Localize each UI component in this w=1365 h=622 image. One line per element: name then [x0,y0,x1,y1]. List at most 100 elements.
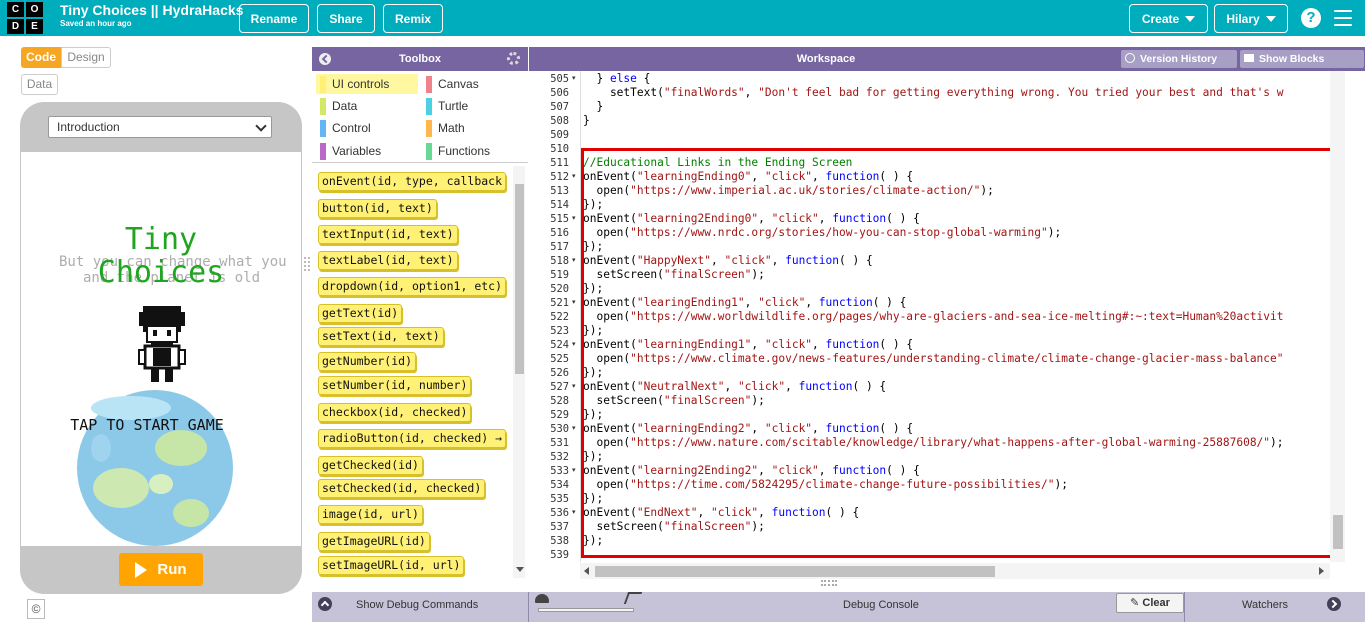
fold-toggle-icon[interactable]: ▾ [572,338,576,352]
code-block[interactable]: textInput(id, text) [318,225,458,244]
code-block[interactable]: setChecked(id, checked) [318,479,486,498]
share-button[interactable]: Share [317,4,375,33]
code-line[interactable]: setScreen("finalScreen"); [583,268,764,282]
code-block[interactable]: textLabel(id, text) [318,251,458,270]
code-mode-tab[interactable]: Code [21,47,61,68]
code-line[interactable]: onEvent("HappyNext", "click", function( … [583,254,873,268]
category-ui-controls[interactable]: UI controls [316,74,418,94]
code-block[interactable]: setNumber(id, number) [318,376,472,395]
design-mode-tab[interactable]: Design [61,47,111,68]
fold-toggle-icon[interactable]: ▾ [572,422,576,436]
copyright-icon[interactable]: © [27,599,45,619]
speed-slider[interactable] [538,608,634,612]
category-data[interactable]: Data [316,96,418,116]
code-block[interactable]: checkbox(id, checked) [318,403,472,422]
fold-toggle-icon[interactable]: ▾ [572,380,576,394]
screen-dropdown[interactable]: Introduction [48,116,272,138]
code-block[interactable]: image(id, url) [318,505,423,524]
fold-toggle-icon[interactable]: ▾ [572,212,576,226]
code-line[interactable]: open("https://www.nrdc.org/stories/how-y… [583,226,1061,240]
code-org-logo[interactable]: C O D E [7,2,45,34]
tap-to-start-label[interactable]: TAP TO START GAME [21,416,273,434]
code-line[interactable]: onEvent("learning2Ending0", "click", fun… [583,212,920,226]
code-block[interactable]: getImageURL(id) [318,532,430,551]
show-debug-commands-link[interactable]: Show Debug Commands [356,598,478,612]
code-line[interactable]: }); [583,240,603,254]
hamburger-menu-icon[interactable] [1334,10,1352,26]
code-block[interactable]: getNumber(id) [318,352,417,371]
code-block[interactable]: setText(id, text) [318,327,444,346]
panel-resize-handle[interactable] [304,257,310,271]
code-line[interactable]: open("https://www.worldwildlife.org/page… [583,310,1283,324]
code-block[interactable]: dropdown(id, option1, etc) [318,277,507,296]
gear-icon[interactable] [507,52,520,65]
scroll-right-icon[interactable] [1319,567,1324,575]
show-blocks-button[interactable]: Show Blocks [1240,50,1364,68]
code-block[interactable]: radioButton(id, checked) → [318,429,507,448]
version-history-button[interactable]: Version History [1121,50,1237,68]
expand-watchers-icon[interactable] [1327,597,1341,611]
scroll-left-icon[interactable] [584,567,589,575]
category-control[interactable]: Control [316,118,418,138]
code-line[interactable]: setScreen("finalScreen"); [583,520,764,534]
data-button[interactable]: Data [21,74,58,95]
editor-vertical-scroll-thumb[interactable] [1333,515,1343,549]
toolbox-scroll-thumb[interactable] [515,184,524,374]
remix-button[interactable]: Remix [383,4,443,33]
code-line[interactable]: } [583,100,603,114]
category-math[interactable]: Math [422,118,522,138]
debug-resize-handle[interactable] [821,580,837,586]
code-line[interactable]: onEvent("learningEnding0", "click", func… [583,170,913,184]
code-editor[interactable]: 505 ▾ 506 507 508 509 510 511 512 ▾ 513 514 515 ▾ 516 5… [529,71,1345,562]
fold-toggle-icon[interactable]: ▾ [572,72,576,86]
app-preview-screen[interactable]: But you can change what you and the plan… [21,152,301,546]
scroll-down-icon[interactable] [516,567,524,572]
category-canvas[interactable]: Canvas [422,74,522,94]
code-line[interactable]: onEvent("learingEnding1", "click", funct… [583,296,906,310]
code-line[interactable]: onEvent("learning2Ending2", "click", fun… [583,464,920,478]
editor-horizontal-scroll-thumb[interactable] [595,566,995,577]
code-line[interactable]: }); [583,198,603,212]
code-line[interactable]: open("https://www.climate.gov/news-featu… [583,352,1283,366]
code-line[interactable]: } [583,114,590,128]
code-line[interactable]: open("https://www.imperial.ac.uk/stories… [583,184,993,198]
fold-toggle-icon[interactable]: ▾ [572,254,576,268]
code-line[interactable]: }); [583,492,603,506]
code-line[interactable]: }); [583,282,603,296]
code-text-area[interactable]: } else { setText("finalWords", "Don't fe… [580,71,1345,562]
fold-toggle-icon[interactable]: ▾ [572,170,576,184]
category-variables[interactable]: Variables [316,141,418,161]
rename-button[interactable]: Rename [239,4,309,33]
code-block[interactable]: getText(id) [318,304,403,323]
code-line[interactable]: }); [583,366,603,380]
code-line[interactable]: } else { [583,72,650,86]
code-line[interactable]: open("https://www.nature.com/scitable/kn… [583,436,1283,450]
code-line[interactable]: onEvent("EndNext", "click", function( ) … [583,506,859,520]
expand-debug-icon[interactable] [318,597,332,611]
code-line[interactable]: }); [583,324,603,338]
code-line[interactable]: setScreen("finalScreen"); [583,394,764,408]
code-block[interactable]: setImageURL(id, url) [318,556,465,575]
code-line[interactable]: }); [583,450,603,464]
code-block[interactable]: onEvent(id, type, callback [318,172,507,191]
code-line[interactable]: onEvent("NeutralNext", "click", function… [583,380,886,394]
code-line[interactable]: onEvent("learningEnding1", "click", func… [583,338,913,352]
editor-vertical-scrollbar[interactable] [1330,71,1345,562]
code-line[interactable]: //Educational Links in the Ending Screen [583,156,852,170]
code-block[interactable]: getChecked(id) [318,456,423,475]
code-line[interactable]: }); [583,408,603,422]
code-block[interactable]: button(id, text) [318,199,437,218]
fold-toggle-icon[interactable]: ▾ [572,296,576,310]
fold-toggle-icon[interactable]: ▾ [572,506,576,520]
code-line[interactable]: onEvent("learningEnding2", "click", func… [583,422,913,436]
code-line[interactable]: }); [583,534,603,548]
clear-console-button[interactable]: ✎ Clear [1116,593,1184,613]
create-menu-button[interactable]: Create [1129,4,1208,33]
code-line[interactable]: open("https://time.com/5824295/climate-c… [583,478,1068,492]
category-functions[interactable]: Functions [422,141,522,161]
fold-toggle-icon[interactable]: ▾ [572,464,576,478]
category-turtle[interactable]: Turtle [422,96,522,116]
help-icon[interactable]: ? [1301,8,1321,28]
user-menu-button[interactable]: Hilary [1214,4,1288,33]
code-line[interactable]: setText("finalWords", "Don't feel bad fo… [583,86,1284,100]
